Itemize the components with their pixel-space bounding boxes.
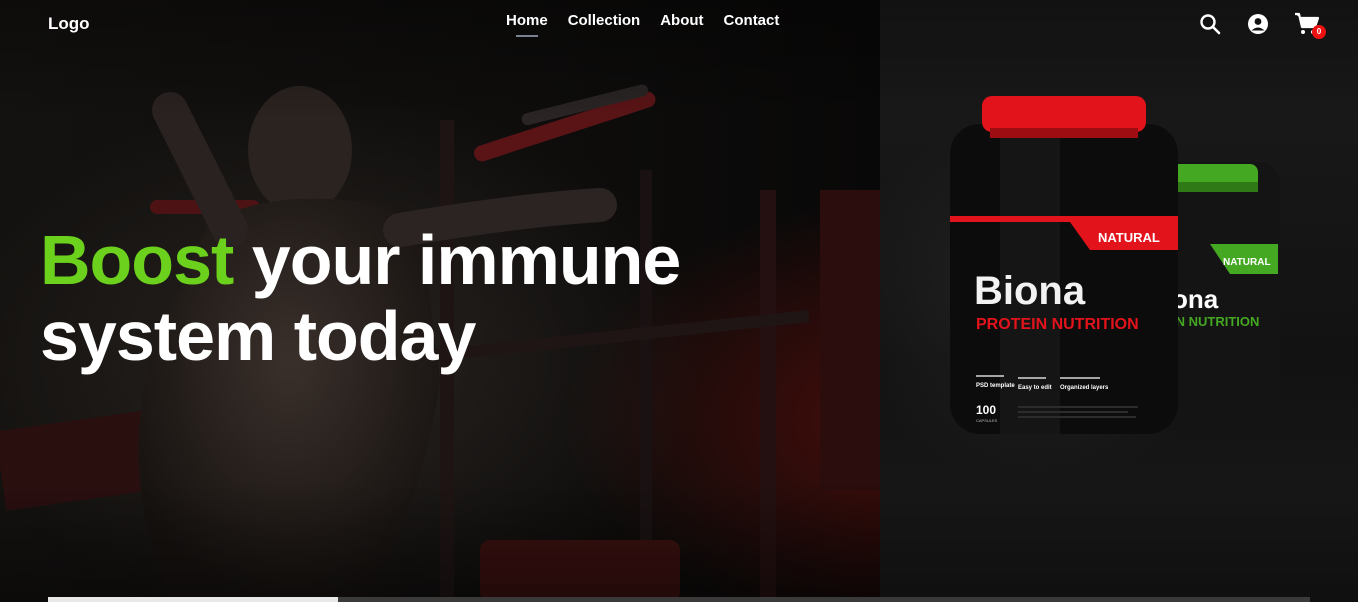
front-jar-feature-1: PSD template: [976, 383, 1015, 389]
front-jar-subtitle: PROTEIN NUTRITION: [976, 316, 1139, 333]
product-jar-front: NATURAL Biona PROTEIN NUTRITION PSD temp…: [950, 96, 1178, 434]
back-jar-badge: NATURAL: [1223, 257, 1271, 268]
cart-icon[interactable]: 0: [1294, 12, 1326, 39]
slider-progress-fill: [48, 597, 339, 602]
main-nav: Home Collection About Contact: [506, 12, 779, 37]
header-actions: 0: [1198, 12, 1328, 39]
search-icon[interactable]: [1198, 12, 1222, 36]
front-jar-count: 100: [976, 403, 996, 417]
site-logo[interactable]: Logo: [48, 14, 90, 34]
headline-accent: Boost: [40, 221, 234, 299]
nav-contact[interactable]: Contact: [724, 12, 780, 37]
back-jar-subtitle: IN NUTRITION: [1172, 314, 1259, 329]
headline-text: your immune: [251, 221, 682, 299]
front-jar-count-unit: CAPSULES: [976, 418, 998, 423]
front-jar-feature-3: Organized layers: [1060, 385, 1109, 391]
user-account-icon[interactable]: [1246, 12, 1270, 36]
front-jar-feature-2: Easy to edit: [1018, 385, 1052, 391]
nav-home[interactable]: Home: [506, 12, 548, 37]
hero-headline: Boost your immune system today: [40, 221, 682, 375]
cart-count-badge: 0: [1312, 25, 1326, 39]
nav-collection[interactable]: Collection: [568, 12, 641, 37]
nav-about[interactable]: About: [660, 12, 703, 37]
front-jar-brand: Biona: [974, 269, 1086, 313]
front-jar-badge: NATURAL: [1098, 230, 1160, 245]
back-jar-brand: ona: [1172, 284, 1219, 314]
product-image: NATURAL ona IN NUTRITION NATURAL Biona P…: [950, 96, 1280, 434]
slider-progress-bar[interactable]: [48, 597, 1310, 602]
headline-line2: system today: [40, 297, 476, 375]
